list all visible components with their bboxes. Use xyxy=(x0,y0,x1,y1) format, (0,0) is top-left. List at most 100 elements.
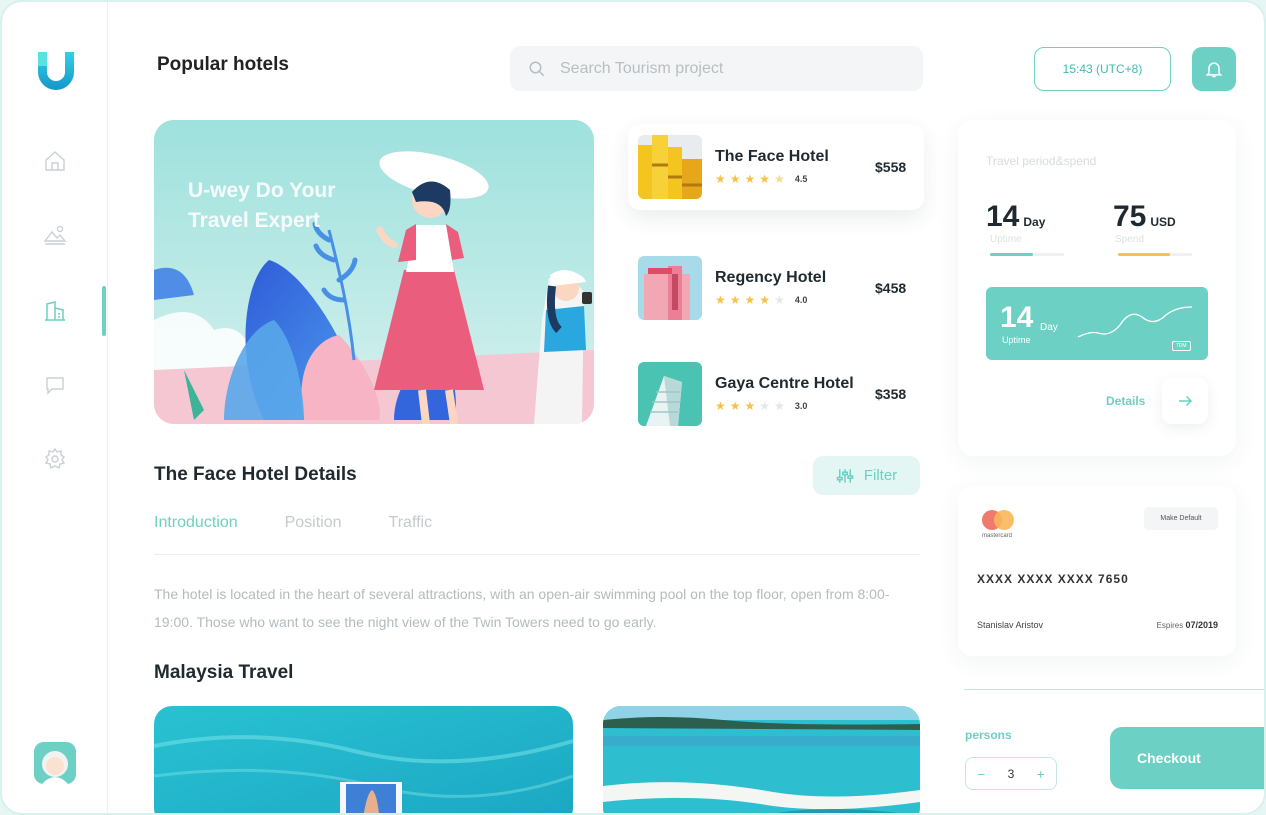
persons-quantity: 3 xyxy=(1007,766,1015,781)
star-icon: ★ xyxy=(759,172,771,186)
uptime-progress-fill xyxy=(990,253,1033,256)
travel-photo-pool[interactable] xyxy=(154,706,573,813)
search-bar[interactable] xyxy=(510,46,923,91)
sidebar-item-explore[interactable] xyxy=(32,212,78,258)
spend-progress xyxy=(1118,253,1192,256)
travel-photo-beach[interactable] xyxy=(603,706,920,813)
make-default-button[interactable]: Make Default xyxy=(1144,507,1218,530)
card-brand: mastercard xyxy=(982,533,1013,539)
uptime-value: 14 xyxy=(986,200,1020,233)
star-icon: ★ xyxy=(744,399,756,413)
checkout-button[interactable]: Checkout xyxy=(1110,727,1264,789)
details-tabs: Introduction Position Traffic xyxy=(154,514,432,532)
sidebar-item-messages[interactable] xyxy=(32,362,78,408)
star-icon: ★ xyxy=(715,399,726,413)
payment-card[interactable]: mastercard Make Default XXXX XXXX XXXX 7… xyxy=(958,486,1236,656)
hotel-thumbnail xyxy=(638,256,702,320)
building-image-icon xyxy=(638,362,702,426)
spend-label: Spend xyxy=(1115,234,1144,245)
decrement-button[interactable]: − xyxy=(977,766,985,782)
filter-label: Filter xyxy=(863,467,898,484)
uptime-label: Uptime xyxy=(990,234,1022,245)
sidebar-item-home[interactable] xyxy=(32,138,78,184)
building-image-icon xyxy=(638,135,702,199)
details-link[interactable]: Details xyxy=(1106,394,1145,408)
hotel-name: Gaya Centre Hotel xyxy=(715,375,854,392)
details-arrow-button[interactable] xyxy=(1162,378,1208,424)
app-logo[interactable] xyxy=(36,48,76,92)
hotel-icon xyxy=(45,301,65,321)
pool-image xyxy=(154,706,573,813)
tab-introduction[interactable]: Introduction xyxy=(154,514,238,532)
travel-title: Malaysia Travel xyxy=(154,662,294,683)
hotel-price: $358 xyxy=(875,386,907,402)
landscape-icon xyxy=(43,225,67,245)
spend-stat: 75 USD Spend xyxy=(1113,200,1176,245)
hero-illustration xyxy=(154,120,594,424)
hotel-price: $458 xyxy=(875,280,907,296)
user-avatar[interactable] xyxy=(34,742,76,784)
booking-divider xyxy=(964,689,1264,690)
time-display: 15:43 (UTC+8) xyxy=(1034,47,1171,91)
half-star-icon: ★ xyxy=(774,172,785,186)
sidebar-item-settings[interactable] xyxy=(32,436,78,482)
hotel-card-face[interactable]: The Face Hotel ★ ★ ★ ★ ★ 4.5 $558 xyxy=(628,124,924,210)
beach-image xyxy=(603,706,920,813)
uptime-box-tag: 7DM xyxy=(1172,341,1191,351)
hotel-card-regency[interactable]: Regency Hotel ★ ★ ★ ★ ★ 4.0 $458 xyxy=(628,245,924,331)
uptime-unit: Day xyxy=(1023,215,1046,229)
rating-value: 4.0 xyxy=(794,295,808,305)
travel-stats-card: Travel period&spend 14 Day Uptime 75 USD S… xyxy=(958,120,1236,456)
sidebar xyxy=(2,2,108,813)
tab-traffic[interactable]: Traffic xyxy=(389,514,433,532)
uptime-summary-box[interactable]: 14 Day Uptime 7DM xyxy=(986,287,1208,360)
star-icon: ★ xyxy=(759,399,771,413)
hotel-thumbnail xyxy=(638,135,702,199)
tab-position[interactable]: Position xyxy=(285,514,342,532)
hero-headline: U-wey Do Your Travel Expert xyxy=(188,179,336,232)
hotel-name: The Face Hotel xyxy=(715,148,829,165)
filter-button[interactable]: Filter xyxy=(813,456,920,495)
increment-button[interactable]: + xyxy=(1037,766,1045,782)
uptime-progress xyxy=(990,253,1064,256)
rating-value: 4.5 xyxy=(794,174,808,184)
spend-progress-fill xyxy=(1118,253,1170,256)
card-expiry: Espires 07/2019 xyxy=(1157,620,1218,630)
tabs-divider xyxy=(154,554,920,555)
notifications-button[interactable] xyxy=(1192,47,1236,91)
rating-stars: ★ ★ ★ ★ ★ 4.0 xyxy=(715,293,863,307)
app-window: Popular hotels 15:43 (UTC+8) xyxy=(0,0,1266,815)
hero-banner[interactable]: U-wey Do Your Travel Expert xyxy=(154,120,594,424)
details-title: The Face Hotel Details xyxy=(154,464,357,485)
persons-label: persons xyxy=(965,728,1012,742)
star-icon: ★ xyxy=(729,399,741,413)
hotel-name: Regency Hotel xyxy=(715,269,827,286)
hotel-card-gaya[interactable]: Gaya Centre Hotel ★ ★ ★ ★ ★ 3.0 $358 xyxy=(628,351,924,437)
hotel-thumbnail xyxy=(638,362,702,426)
uptime-stat: 14 Day Uptime xyxy=(986,200,1045,245)
search-icon xyxy=(529,61,545,76)
star-icon: ★ xyxy=(774,399,785,413)
building-image-icon xyxy=(638,256,702,320)
hotel-description: The hotel is located in the heart of sev… xyxy=(154,586,890,630)
mastercard-icon xyxy=(982,510,1014,530)
star-icon: ★ xyxy=(774,293,785,307)
home-icon xyxy=(45,151,65,171)
star-icon: ★ xyxy=(729,172,741,186)
expiry-label: Espires xyxy=(1156,621,1184,630)
rating-stars: ★ ★ ★ ★ ★ 3.0 xyxy=(715,399,863,413)
star-icon: ★ xyxy=(715,293,726,307)
sidebar-item-hotels[interactable] xyxy=(32,288,78,334)
persons-stepper: − 3 + xyxy=(965,757,1057,790)
stats-title: Travel period&spend xyxy=(986,154,1097,168)
arrow-right-icon xyxy=(1179,395,1193,407)
spend-unit: USD xyxy=(1150,215,1176,229)
rating-stars: ★ ★ ★ ★ ★ 4.5 xyxy=(715,172,863,186)
avatar-icon xyxy=(34,742,76,784)
chat-icon xyxy=(46,377,64,395)
search-input[interactable] xyxy=(560,59,890,78)
star-icon: ★ xyxy=(744,293,756,307)
expiry-date: 07/2019 xyxy=(1185,620,1218,630)
active-nav-indicator xyxy=(102,286,106,336)
star-icon: ★ xyxy=(729,293,741,307)
